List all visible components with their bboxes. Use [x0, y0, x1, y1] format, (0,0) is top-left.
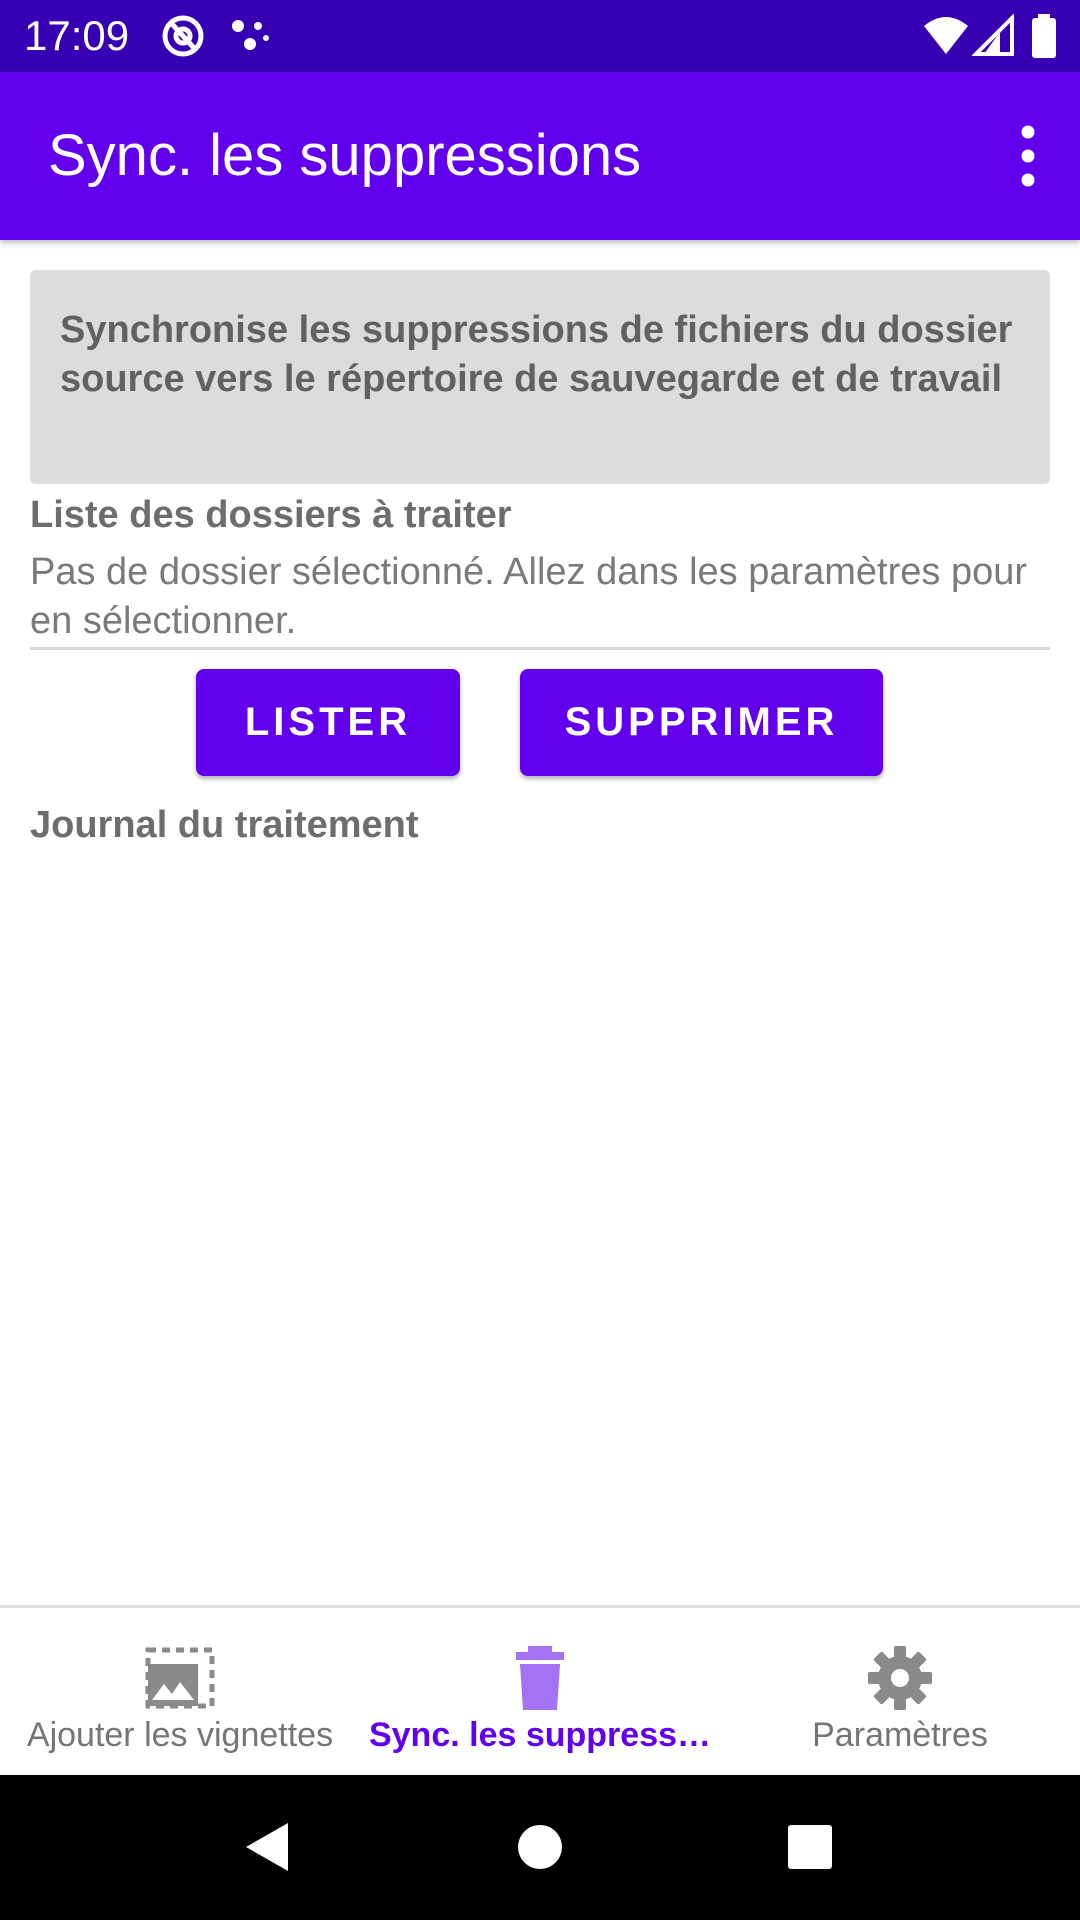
- divider: [30, 647, 1050, 650]
- dots-icon: [232, 20, 269, 50]
- more-vert-icon[interactable]: [1010, 122, 1046, 190]
- wifi-icon: [924, 17, 968, 54]
- battery-icon: [1032, 14, 1056, 58]
- signal-icon: [972, 14, 1014, 56]
- bottom-nav: Ajouter les vignettes Sync. les suppress…: [0, 1605, 1080, 1775]
- folders-value: Pas de dossier sélectionné. Allez dans l…: [30, 551, 1027, 642]
- folders-label: Liste des dossiers à traiter: [30, 494, 512, 536]
- nav-item-add-thumbnails[interactable]: Ajouter les vignettes: [0, 1608, 360, 1775]
- delete-button[interactable]: SUPPRIMER: [520, 669, 883, 776]
- log-area: [30, 860, 1050, 1590]
- nav-label-add-thumbnails: Ajouter les vignettes: [26, 1716, 334, 1754]
- system-nav-bar: [0, 1775, 1080, 1920]
- gear-icon: [868, 1646, 932, 1710]
- page-title: Sync. les suppressions: [48, 123, 642, 188]
- recents-icon[interactable]: [740, 1775, 880, 1920]
- app-bar: Sync. les suppressions: [0, 72, 1080, 240]
- nav-label-sync-deletions: Sync. les suppress…: [368, 1716, 712, 1754]
- image-selection-icon: [145, 1647, 215, 1709]
- nav-label-settings: Paramètres: [812, 1716, 988, 1754]
- at-sign-icon: [162, 15, 204, 57]
- description-card: Synchronise les suppressions de fichiers…: [30, 270, 1050, 484]
- log-label: Journal du traitement: [30, 804, 419, 846]
- nav-item-sync-deletions[interactable]: Sync. les suppress…: [360, 1608, 720, 1775]
- trash-icon: [516, 1646, 564, 1710]
- description-text: Synchronise les suppressions de fichiers…: [60, 309, 1013, 400]
- back-icon[interactable]: [198, 1775, 338, 1920]
- list-button[interactable]: LISTER: [196, 669, 460, 776]
- status-bar: 17:09: [0, 0, 1080, 72]
- status-time: 17:09: [24, 12, 130, 59]
- nav-item-settings[interactable]: Paramètres: [720, 1608, 1080, 1775]
- home-icon[interactable]: [470, 1775, 610, 1920]
